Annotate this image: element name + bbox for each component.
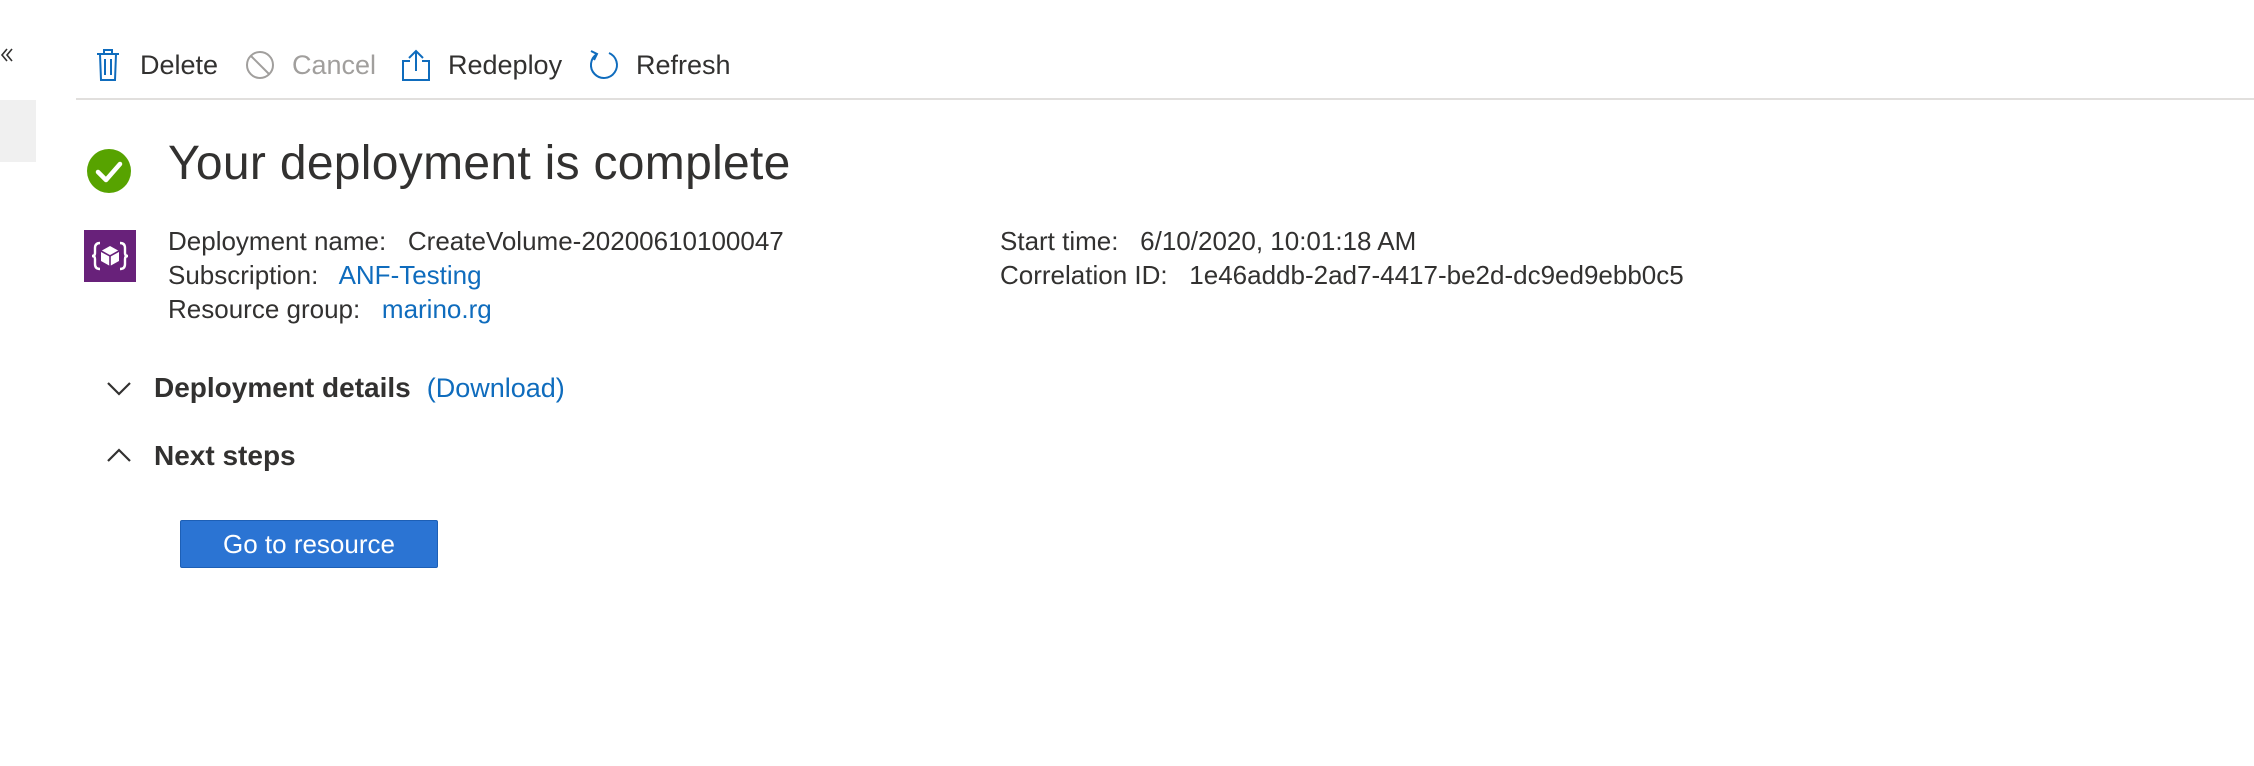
- command-bar: Delete Cancel Redeploy Refresh: [76, 0, 2254, 100]
- correlation-id-value: 1e46addb-2ad7-4417-be2d-dc9ed9ebb0c5: [1189, 260, 1684, 290]
- redeploy-icon: [402, 49, 430, 81]
- cancel-label: Cancel: [292, 49, 377, 80]
- correlation-id-label: Correlation ID:: [1000, 260, 1168, 290]
- left-rail: [0, 0, 36, 766]
- redeploy-button[interactable]: Redeploy: [400, 40, 562, 90]
- deployment-name-value: CreateVolume-20200610100047: [407, 226, 784, 256]
- download-link[interactable]: (Download): [427, 373, 565, 404]
- start-time-row: Start time: 6/10/2020, 10:01:18 AM: [1000, 224, 1416, 258]
- chevron-up-icon[interactable]: [104, 441, 134, 471]
- redeploy-label: Redeploy: [448, 49, 563, 80]
- correlation-id-row: Correlation ID: 1e46addb-2ad7-4417-be2d-…: [1000, 258, 1684, 292]
- refresh-button[interactable]: Refresh: [588, 40, 731, 90]
- collapse-chevron-icon[interactable]: [0, 46, 14, 64]
- resource-group-row: Resource group: marino.rg: [168, 292, 492, 326]
- delete-label: Delete: [140, 49, 219, 80]
- deployment-details-title[interactable]: Deployment details: [154, 372, 411, 404]
- go-to-resource-button[interactable]: Go to resource: [180, 520, 438, 568]
- subscription-label: Subscription:: [168, 260, 319, 290]
- refresh-label: Refresh: [636, 49, 731, 80]
- deployment-details-header: Deployment details (Download): [104, 372, 565, 404]
- next-steps-title[interactable]: Next steps: [154, 440, 296, 472]
- resource-group-label: Resource group:: [168, 294, 361, 324]
- trash-icon: [97, 49, 119, 81]
- delete-button[interactable]: Delete: [92, 40, 218, 90]
- success-check-icon: [87, 149, 131, 193]
- start-time-value: 6/10/2020, 10:01:18 AM: [1140, 226, 1417, 256]
- start-time-label: Start time:: [1000, 226, 1119, 256]
- cancel-icon: [246, 51, 274, 79]
- rail-selected-item[interactable]: [0, 100, 36, 162]
- next-steps-header: Next steps: [104, 440, 296, 472]
- chevron-down-icon[interactable]: [104, 373, 134, 403]
- deployment-icon: [84, 230, 136, 282]
- page-title: Your deployment is complete: [168, 137, 791, 190]
- cancel-button[interactable]: Cancel: [244, 40, 376, 90]
- resource-group-link[interactable]: marino.rg: [382, 294, 492, 324]
- subscription-row: Subscription: ANF-Testing: [168, 258, 482, 292]
- subscription-link[interactable]: ANF-Testing: [339, 260, 482, 290]
- deployment-name-row: Deployment name: CreateVolume-2020061010…: [168, 224, 784, 258]
- refresh-icon: [590, 50, 618, 79]
- deployment-name-label: Deployment name:: [168, 226, 387, 256]
